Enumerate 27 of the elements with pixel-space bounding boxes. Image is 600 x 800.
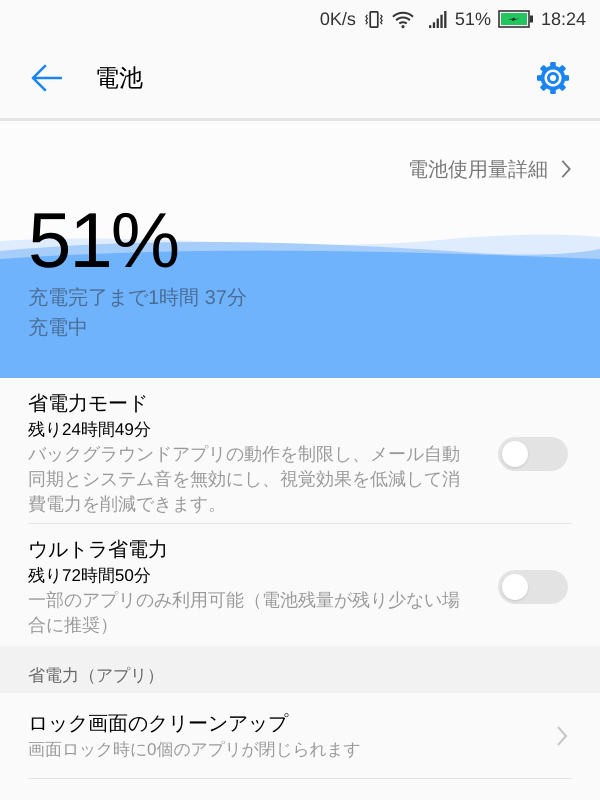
mode-title: ウルトラ省電力 [28, 538, 168, 563]
chevron-icon[interactable] [556, 725, 568, 747]
mode-description: 一部のアプリのみ利用可能（電池残量が残り少ない場合に推奨） [28, 589, 461, 637]
battery-percentage: 51% [28, 197, 178, 283]
item-subtitle: 画面ロック時に0個のアプリが閉じられます [28, 739, 360, 761]
clock-time: 18:24 [540, 8, 586, 30]
page-title: 電池 [95, 64, 144, 94]
back-arrow-icon [30, 64, 62, 92]
mode-description: バックグラウンドアプリの動作を制限し、メール自動同期とシステム音を無効にし、視覚効果を低減して消費電力を削減できます。 [28, 443, 461, 516]
wifi-icon [392, 10, 414, 28]
battery-charging-icon [498, 10, 534, 28]
usage-details-link[interactable]: 電池使用量詳細 [408, 152, 572, 186]
vibrate-icon [362, 10, 385, 28]
settings-icon[interactable] [536, 61, 570, 95]
item-title[interactable]: ロック画面のクリーンアップ [28, 710, 288, 738]
section-header: 省電力（アプリ） [28, 665, 164, 687]
remaining-time: 残り24時間49分 [28, 419, 151, 441]
charging-status: 充電中 [28, 316, 88, 341]
toggle-switch[interactable] [498, 436, 568, 470]
mode-title: 省電力モード [28, 392, 148, 417]
toggle-switch[interactable] [498, 570, 568, 604]
signal-icon [428, 10, 448, 28]
charge-time-remaining: 充電完了まで1時間 37分 [28, 286, 247, 311]
remaining-time: 残り72時間50分 [28, 565, 151, 587]
network-speed: 0K/s [320, 8, 356, 30]
battery-percent: 51% [454, 8, 491, 30]
chevron-icon [560, 159, 572, 179]
